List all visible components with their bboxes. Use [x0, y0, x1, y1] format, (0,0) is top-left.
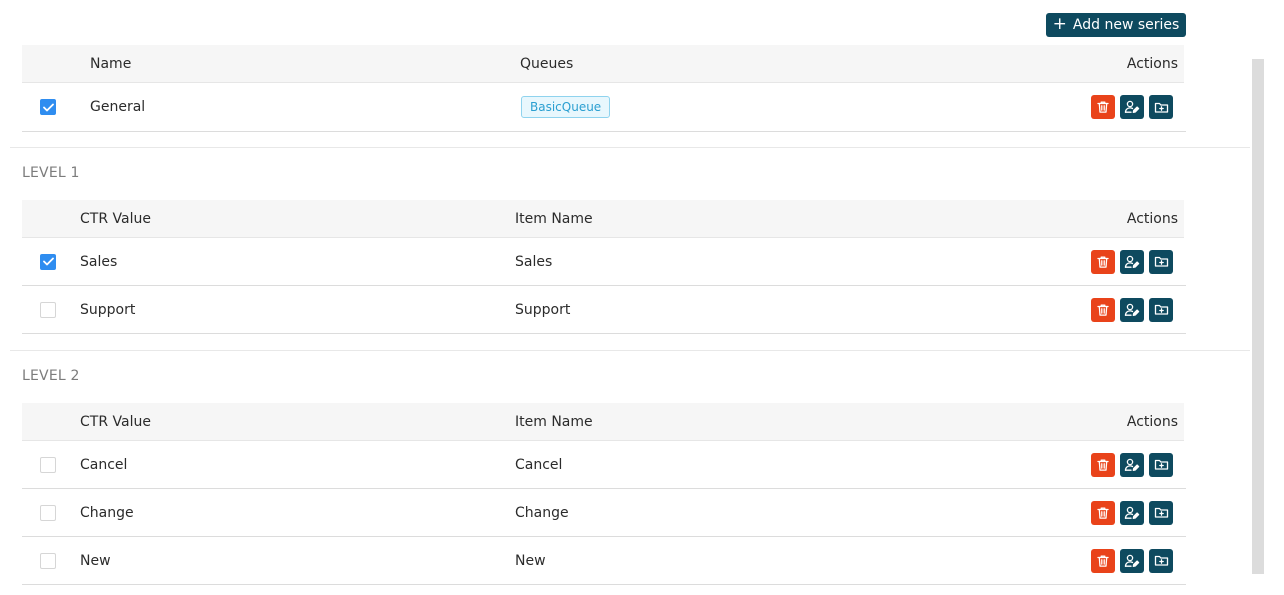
- table-row[interactable]: Support Support: [22, 286, 1186, 334]
- series-table-header: Name Queues Actions: [22, 45, 1184, 83]
- ctr-value: Sales: [80, 253, 118, 270]
- column-header-item-name: Item Name: [515, 211, 593, 227]
- column-header-item-name: Item Name: [515, 414, 593, 430]
- folder-add-icon: [1154, 457, 1169, 472]
- row-checkbox[interactable]: [40, 301, 56, 318]
- add-new-series-button[interactable]: + Add new series: [1046, 13, 1186, 37]
- ctr-value: New: [80, 552, 111, 569]
- series-table: Name Queues Actions General BasicQueue: [22, 45, 1186, 132]
- ctr-value: Cancel: [80, 456, 128, 473]
- ctr-value: Support: [80, 301, 136, 318]
- row-checkbox[interactable]: [40, 99, 56, 115]
- level-1-table: CTR Value Item Name Actions Sales Sales …: [22, 200, 1186, 334]
- add-new-series-label: Add new series: [1072, 17, 1180, 33]
- row-actions: [1091, 548, 1173, 573]
- row-actions: [1091, 297, 1173, 322]
- item-name: Change: [515, 504, 569, 521]
- trash-icon: [1096, 458, 1110, 472]
- level-2-table: CTR Value Item Name Actions Cancel Cance…: [22, 403, 1186, 585]
- row-checkbox[interactable]: [40, 504, 56, 521]
- delete-button[interactable]: [1091, 452, 1115, 477]
- item-name: New: [515, 552, 546, 569]
- column-header-actions: Actions: [1126, 56, 1178, 72]
- item-name: Sales: [515, 253, 553, 270]
- row-actions: [1091, 95, 1173, 119]
- row-actions: [1091, 500, 1173, 525]
- folder-add-icon: [1154, 302, 1169, 317]
- delete-button[interactable]: [1091, 548, 1115, 573]
- user-edit-icon: [1124, 457, 1140, 473]
- row-actions: [1091, 249, 1173, 274]
- trash-icon: [1096, 506, 1110, 520]
- trash-icon: [1096, 554, 1110, 568]
- level-2-title: LEVEL 2: [22, 368, 80, 384]
- column-header-actions: Actions: [1126, 211, 1178, 227]
- row-checkbox[interactable]: [40, 456, 56, 473]
- add-folder-button[interactable]: [1149, 500, 1173, 525]
- row-checkbox[interactable]: [40, 253, 56, 270]
- assign-user-button[interactable]: [1120, 297, 1144, 322]
- add-folder-button[interactable]: [1149, 297, 1173, 322]
- folder-add-icon: [1154, 505, 1169, 520]
- table-row[interactable]: Cancel Cancel: [22, 441, 1186, 489]
- user-edit-icon: [1124, 99, 1140, 115]
- folder-add-icon: [1154, 553, 1169, 568]
- assign-user-button[interactable]: [1120, 249, 1144, 274]
- add-folder-button[interactable]: [1149, 95, 1173, 119]
- assign-user-button[interactable]: [1120, 548, 1144, 573]
- trash-icon: [1096, 255, 1110, 269]
- delete-button[interactable]: [1091, 95, 1115, 119]
- user-edit-icon: [1124, 505, 1140, 521]
- column-header-actions: Actions: [1126, 414, 1178, 430]
- column-header-ctr-value: CTR Value: [80, 211, 151, 227]
- add-folder-button[interactable]: [1149, 548, 1173, 573]
- table-row[interactable]: New New: [22, 537, 1186, 585]
- trash-icon: [1096, 100, 1110, 114]
- section-divider: [10, 350, 1250, 351]
- user-edit-icon: [1124, 254, 1140, 270]
- check-icon: [42, 103, 54, 111]
- plus-icon: +: [1052, 14, 1067, 34]
- column-header-name: Name: [90, 56, 132, 72]
- table-row[interactable]: Change Change: [22, 489, 1186, 537]
- queue-tag[interactable]: BasicQueue: [521, 96, 611, 118]
- user-edit-icon: [1124, 553, 1140, 569]
- trash-icon: [1096, 303, 1110, 317]
- assign-user-button[interactable]: [1120, 95, 1144, 119]
- user-edit-icon: [1124, 302, 1140, 318]
- level-2-table-header: CTR Value Item Name Actions: [22, 403, 1184, 441]
- assign-user-button[interactable]: [1120, 452, 1144, 477]
- folder-add-icon: [1154, 100, 1169, 115]
- item-name: Cancel: [515, 456, 563, 473]
- item-name: Support: [515, 301, 571, 318]
- row-checkbox[interactable]: [40, 552, 56, 569]
- table-row[interactable]: General BasicQueue: [22, 83, 1186, 132]
- folder-add-icon: [1154, 254, 1169, 269]
- delete-button[interactable]: [1091, 297, 1115, 322]
- section-divider: [10, 147, 1250, 148]
- row-actions: [1091, 452, 1173, 477]
- delete-button[interactable]: [1091, 249, 1115, 274]
- level-1-table-header: CTR Value Item Name Actions: [22, 200, 1184, 238]
- delete-button[interactable]: [1091, 500, 1115, 525]
- add-folder-button[interactable]: [1149, 452, 1173, 477]
- vertical-scrollbar[interactable]: [1252, 59, 1264, 574]
- table-row[interactable]: Sales Sales: [22, 238, 1186, 286]
- series-name: General: [90, 99, 146, 115]
- add-folder-button[interactable]: [1149, 249, 1173, 274]
- column-header-ctr-value: CTR Value: [80, 414, 151, 430]
- ctr-value: Change: [80, 504, 134, 521]
- assign-user-button[interactable]: [1120, 500, 1144, 525]
- check-icon: [42, 257, 54, 266]
- level-1-title: LEVEL 1: [22, 165, 80, 181]
- column-header-queues: Queues: [520, 56, 574, 72]
